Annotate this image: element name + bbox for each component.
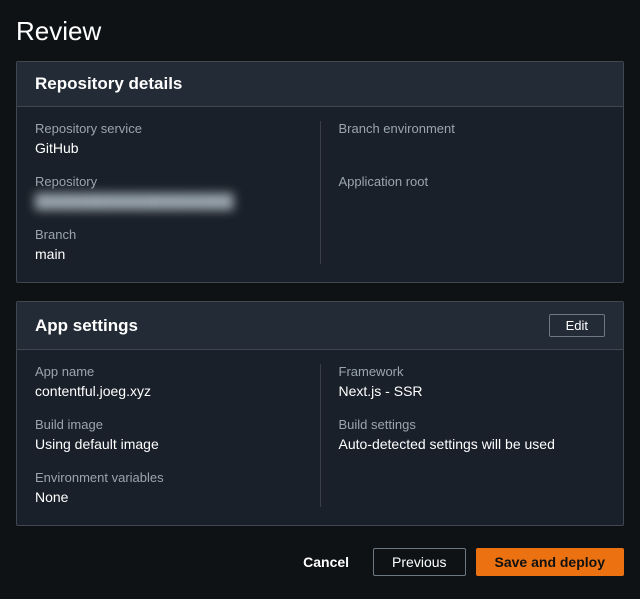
branch-environment-value — [339, 140, 606, 158]
framework-label: Framework — [339, 364, 606, 379]
build-settings-value: Auto-detected settings will be used — [339, 436, 606, 454]
build-image-value: Using default image — [35, 436, 302, 454]
build-image-label: Build image — [35, 417, 302, 432]
field-repository: Repository ████████████████████ — [35, 174, 302, 211]
field-app-name: App name contentful.joeg.xyz — [35, 364, 302, 401]
edit-button[interactable]: Edit — [549, 314, 605, 337]
environment-variables-value: None — [35, 489, 302, 507]
app-settings-header: App settings Edit — [17, 302, 623, 350]
field-environment-variables: Environment variables None — [35, 470, 302, 507]
repository-details-panel: Repository details Repository service Gi… — [16, 61, 624, 283]
page-title: Review — [16, 16, 624, 47]
app-settings-body: App name contentful.joeg.xyz Build image… — [17, 350, 623, 525]
app-settings-panel: App settings Edit App name contentful.jo… — [16, 301, 624, 526]
field-repository-service: Repository service GitHub — [35, 121, 302, 158]
field-branch-environment: Branch environment — [339, 121, 606, 158]
save-and-deploy-button[interactable]: Save and deploy — [476, 548, 624, 576]
app-settings-title: App settings — [35, 316, 138, 336]
app-name-value: contentful.joeg.xyz — [35, 383, 302, 401]
application-root-label: Application root — [339, 174, 606, 189]
wizard-footer: Cancel Previous Save and deploy — [16, 544, 624, 576]
cancel-button[interactable]: Cancel — [289, 548, 363, 576]
repository-label: Repository — [35, 174, 302, 189]
repository-details-body: Repository service GitHub Repository ███… — [17, 107, 623, 282]
repository-service-value: GitHub — [35, 140, 302, 158]
repository-service-label: Repository service — [35, 121, 302, 136]
repository-details-title: Repository details — [35, 74, 182, 94]
field-framework: Framework Next.js - SSR — [339, 364, 606, 401]
environment-variables-label: Environment variables — [35, 470, 302, 485]
application-root-value — [339, 193, 606, 211]
field-application-root: Application root — [339, 174, 606, 211]
previous-button[interactable]: Previous — [373, 548, 465, 576]
app-name-label: App name — [35, 364, 302, 379]
field-branch: Branch main — [35, 227, 302, 264]
repository-value: ████████████████████ — [35, 193, 302, 211]
framework-value: Next.js - SSR — [339, 383, 606, 401]
field-build-image: Build image Using default image — [35, 417, 302, 454]
branch-value: main — [35, 246, 302, 264]
branch-label: Branch — [35, 227, 302, 242]
field-build-settings: Build settings Auto-detected settings wi… — [339, 417, 606, 454]
build-settings-label: Build settings — [339, 417, 606, 432]
branch-environment-label: Branch environment — [339, 121, 606, 136]
repository-details-header: Repository details — [17, 62, 623, 107]
